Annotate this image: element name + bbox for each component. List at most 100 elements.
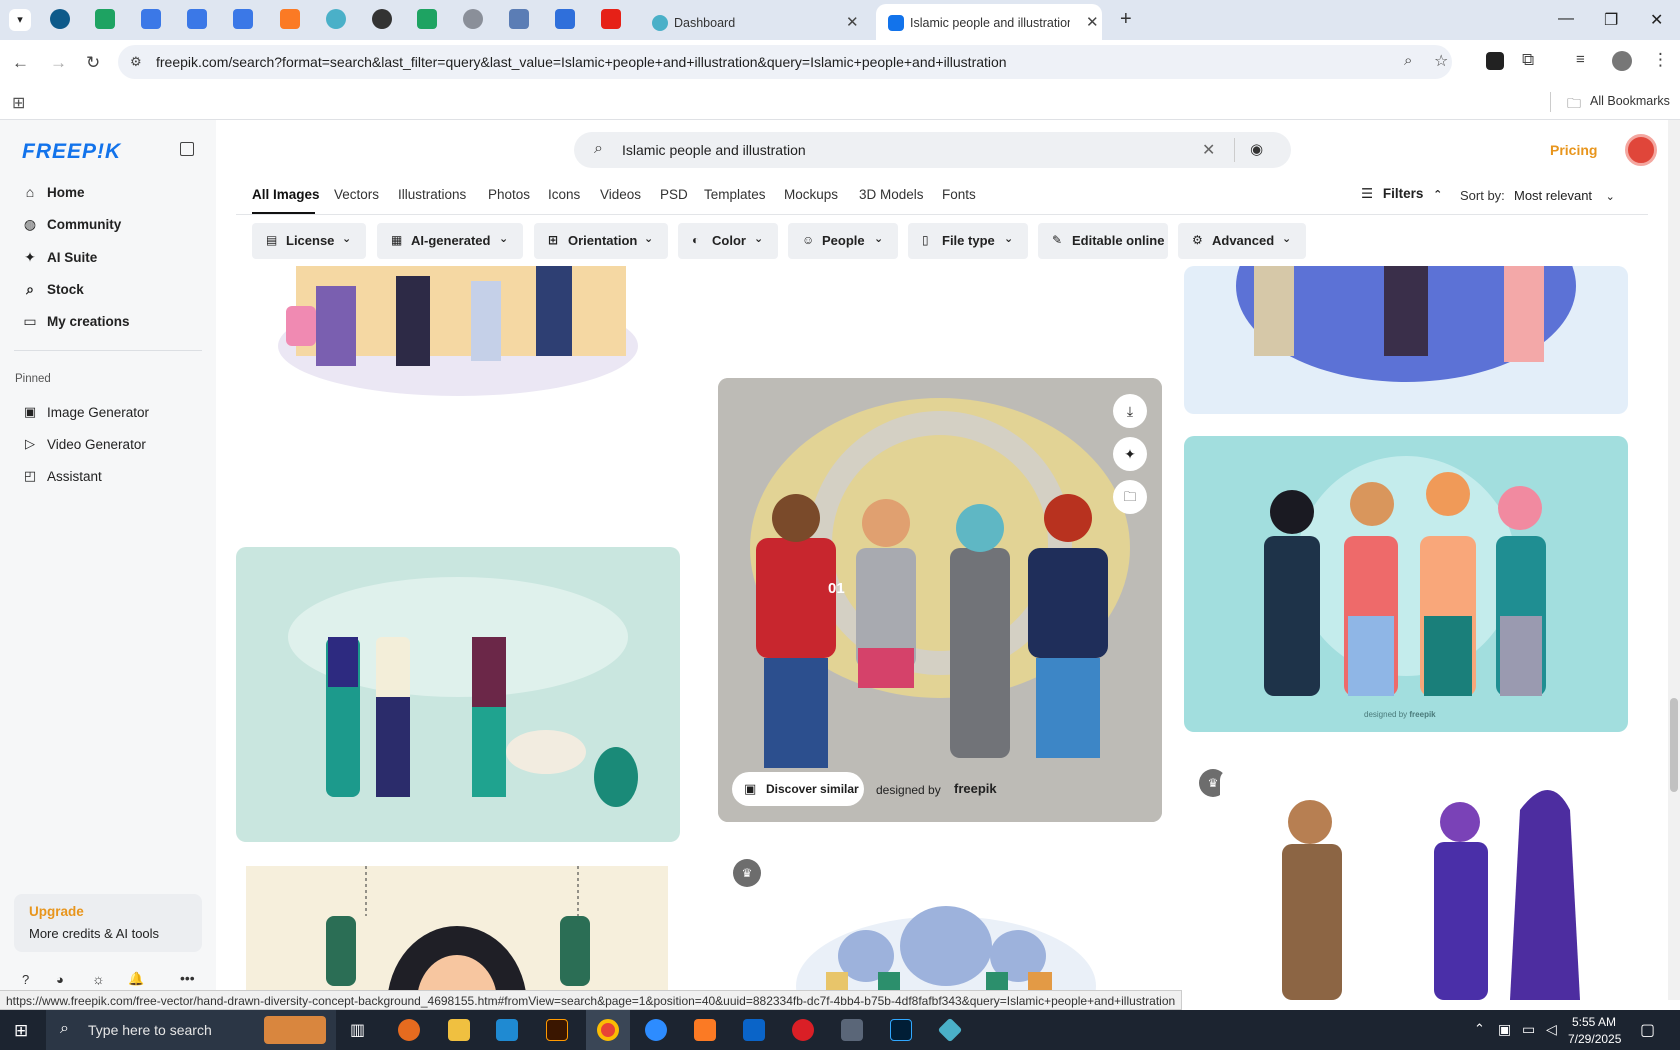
scrollbar-thumb[interactable]	[1670, 698, 1678, 792]
clock-time[interactable]: 5:55 AM	[1572, 1015, 1616, 1029]
all-bookmarks-link[interactable]: All Bookmarks	[1590, 94, 1670, 108]
illustrator-icon[interactable]	[546, 1019, 568, 1041]
filter-orientation[interactable]: ⊞ Orientation ⌄	[534, 223, 668, 259]
discover-similar-button[interactable]: ▣ Discover similar	[732, 772, 864, 806]
filter-people[interactable]: ☺ People ⌄	[788, 223, 898, 259]
pinned-tab-wordpress-icon[interactable]	[50, 9, 70, 29]
notifications-icon[interactable]: ▢	[1640, 1020, 1655, 1040]
minimize-button[interactable]: —	[1558, 10, 1574, 28]
pinned-tab-xampp-icon[interactable]	[280, 9, 300, 29]
clock-date[interactable]: 7/29/2025	[1568, 1032, 1621, 1046]
vscode-icon[interactable]	[496, 1019, 518, 1041]
tab-close-icon[interactable]: ✕	[1086, 13, 1099, 31]
filter-file-type[interactable]: ▯ File type ⌄	[908, 223, 1028, 259]
pinned-tab-sheets-icon[interactable]	[417, 9, 437, 29]
tab-all-images[interactable]: All Images	[252, 187, 320, 202]
pinned-tab-forms-icon[interactable]	[555, 9, 575, 29]
search-bar[interactable]: ⌕ Islamic people and illustration ✕ ◉	[574, 132, 1291, 168]
result-card-greeting-men[interactable]	[1220, 770, 1620, 1000]
result-card-ramadan-woman[interactable]	[246, 866, 668, 1000]
profile-avatar[interactable]	[1612, 51, 1632, 71]
network-icon[interactable]: ▭	[1522, 1021, 1535, 1038]
tab-dashboard[interactable]: Dashboard ✕	[640, 4, 864, 40]
notifications-bell-icon[interactable]: 🔔	[128, 971, 144, 987]
tab-videos[interactable]: Videos	[600, 187, 641, 202]
tab-photos[interactable]: Photos	[488, 187, 530, 202]
collapse-sidebar-icon[interactable]	[180, 142, 194, 156]
firefox-icon[interactable]	[398, 1019, 420, 1041]
tab-vectors[interactable]: Vectors	[334, 187, 379, 202]
download-button[interactable]: ⤓	[1113, 394, 1147, 428]
filter-advanced[interactable]: ⚙ Advanced ⌄	[1178, 223, 1306, 259]
taskbar-search-box[interactable]: ⌕ Type here to search	[46, 1010, 336, 1050]
extensions-puzzle-icon[interactable]: ⧉	[1522, 50, 1534, 70]
task-view-icon[interactable]: ▥	[350, 1020, 365, 1040]
zoom-icon[interactable]	[645, 1019, 667, 1041]
filters-toggle[interactable]: ☰ Filters ⌃	[1361, 186, 1442, 202]
pen-tool-icon[interactable]	[841, 1019, 863, 1041]
pinned-tab-globe-icon[interactable]	[463, 9, 483, 29]
apps-grid-icon[interactable]: ⊞	[12, 93, 25, 113]
xampp-icon[interactable]	[694, 1019, 716, 1041]
tab-freepik-search[interactable]: Islamic people and illustration vec ✕	[876, 4, 1102, 40]
pinned-tab-docs-icon[interactable]	[141, 9, 161, 29]
chrome-menu-icon[interactable]: ⋮	[1652, 50, 1669, 70]
site-info-icon[interactable]: ⚙	[130, 54, 142, 70]
volume-icon[interactable]: ◁	[1546, 1021, 1557, 1038]
tab-mockups[interactable]: Mockups	[784, 187, 838, 202]
outlook-icon[interactable]	[743, 1019, 765, 1041]
result-card-diverse-friends[interactable]: designed by freepik	[1184, 436, 1628, 732]
filter-license[interactable]: ▤ License ⌄	[252, 223, 366, 259]
photoshop-icon[interactable]	[890, 1019, 912, 1041]
url-text[interactable]: freepik.com/search?format=search&last_fi…	[156, 54, 1007, 70]
close-window-button[interactable]: ✕	[1650, 10, 1663, 30]
pinned-tab-app-icon[interactable]	[326, 9, 346, 29]
restore-button[interactable]: ❐	[1604, 10, 1618, 30]
media-control-icon[interactable]: ≡	[1576, 51, 1585, 68]
tab-3d-models[interactable]: 3D Models	[859, 187, 924, 202]
file-explorer-icon[interactable]	[448, 1019, 470, 1041]
result-card-mosque-group[interactable]	[796, 876, 1096, 1000]
tab-psd[interactable]: PSD	[660, 187, 688, 202]
bookmark-star-icon[interactable]: ☆	[1434, 51, 1448, 71]
tab-icons[interactable]: Icons	[548, 187, 580, 202]
reload-icon[interactable]: ↻	[86, 53, 100, 73]
result-card-diversity-featured[interactable]: 01 ⤓ ✦ 🗀 ▣ Discover similar designed by …	[718, 378, 1162, 822]
chrome-icon[interactable]	[597, 1019, 619, 1041]
show-hidden-icons[interactable]: ⌃	[1474, 1021, 1485, 1037]
back-icon[interactable]: ←	[12, 53, 29, 73]
tab-illustrations[interactable]: Illustrations	[398, 187, 466, 202]
filter-ai-generated[interactable]: ▦ AI-generated ⌄	[377, 223, 523, 259]
clear-search-icon[interactable]: ✕	[1202, 140, 1215, 160]
address-bar[interactable]: ⚙ freepik.com/search?format=search&last_…	[118, 45, 1452, 79]
user-avatar[interactable]	[1625, 134, 1657, 166]
pinned-tab-docs-icon[interactable]	[233, 9, 253, 29]
sort-dropdown[interactable]: Most relevant ⌄	[1514, 188, 1615, 203]
app-diamond-icon[interactable]	[937, 1017, 963, 1043]
pinned-tab-grid-icon[interactable]	[509, 9, 529, 29]
ai-edit-button[interactable]: ✦	[1113, 437, 1147, 471]
save-to-collection-button[interactable]: 🗀	[1113, 480, 1147, 514]
creative-cloud-icon[interactable]	[792, 1019, 814, 1041]
filter-color[interactable]: ◐ Color ⌄	[678, 223, 778, 259]
zoom-icon[interactable]: ⌕	[1404, 52, 1412, 69]
new-tab-button[interactable]: +	[1120, 8, 1132, 31]
forward-icon[interactable]: →	[50, 53, 67, 73]
pinned-tab-sheets-icon[interactable]	[95, 9, 115, 29]
more-options-icon[interactable]: •••	[180, 970, 195, 986]
discord-icon[interactable]: ◕	[56, 972, 64, 987]
upgrade-card[interactable]: Upgrade More credits & AI tools	[14, 894, 202, 952]
result-card-people-market[interactable]	[236, 266, 680, 500]
search-input[interactable]: Islamic people and illustration	[622, 142, 806, 158]
system-tray-icon[interactable]: ▣	[1498, 1021, 1511, 1038]
filter-editable-online[interactable]: ✎ Editable online	[1038, 223, 1168, 259]
page-scrollbar[interactable]	[1668, 120, 1680, 1000]
pinned-tab-docs-icon[interactable]	[187, 9, 207, 29]
result-card-group-circle[interactable]	[1184, 266, 1628, 414]
tab-search-button[interactable]: ▾	[9, 9, 31, 31]
tab-close-icon[interactable]: ✕	[846, 13, 859, 31]
pinned-tab-openai-icon[interactable]	[372, 9, 392, 29]
tab-templates[interactable]: Templates	[704, 187, 766, 202]
tab-fonts[interactable]: Fonts	[942, 187, 976, 202]
windows-start-icon[interactable]: ⊞	[14, 1021, 28, 1041]
